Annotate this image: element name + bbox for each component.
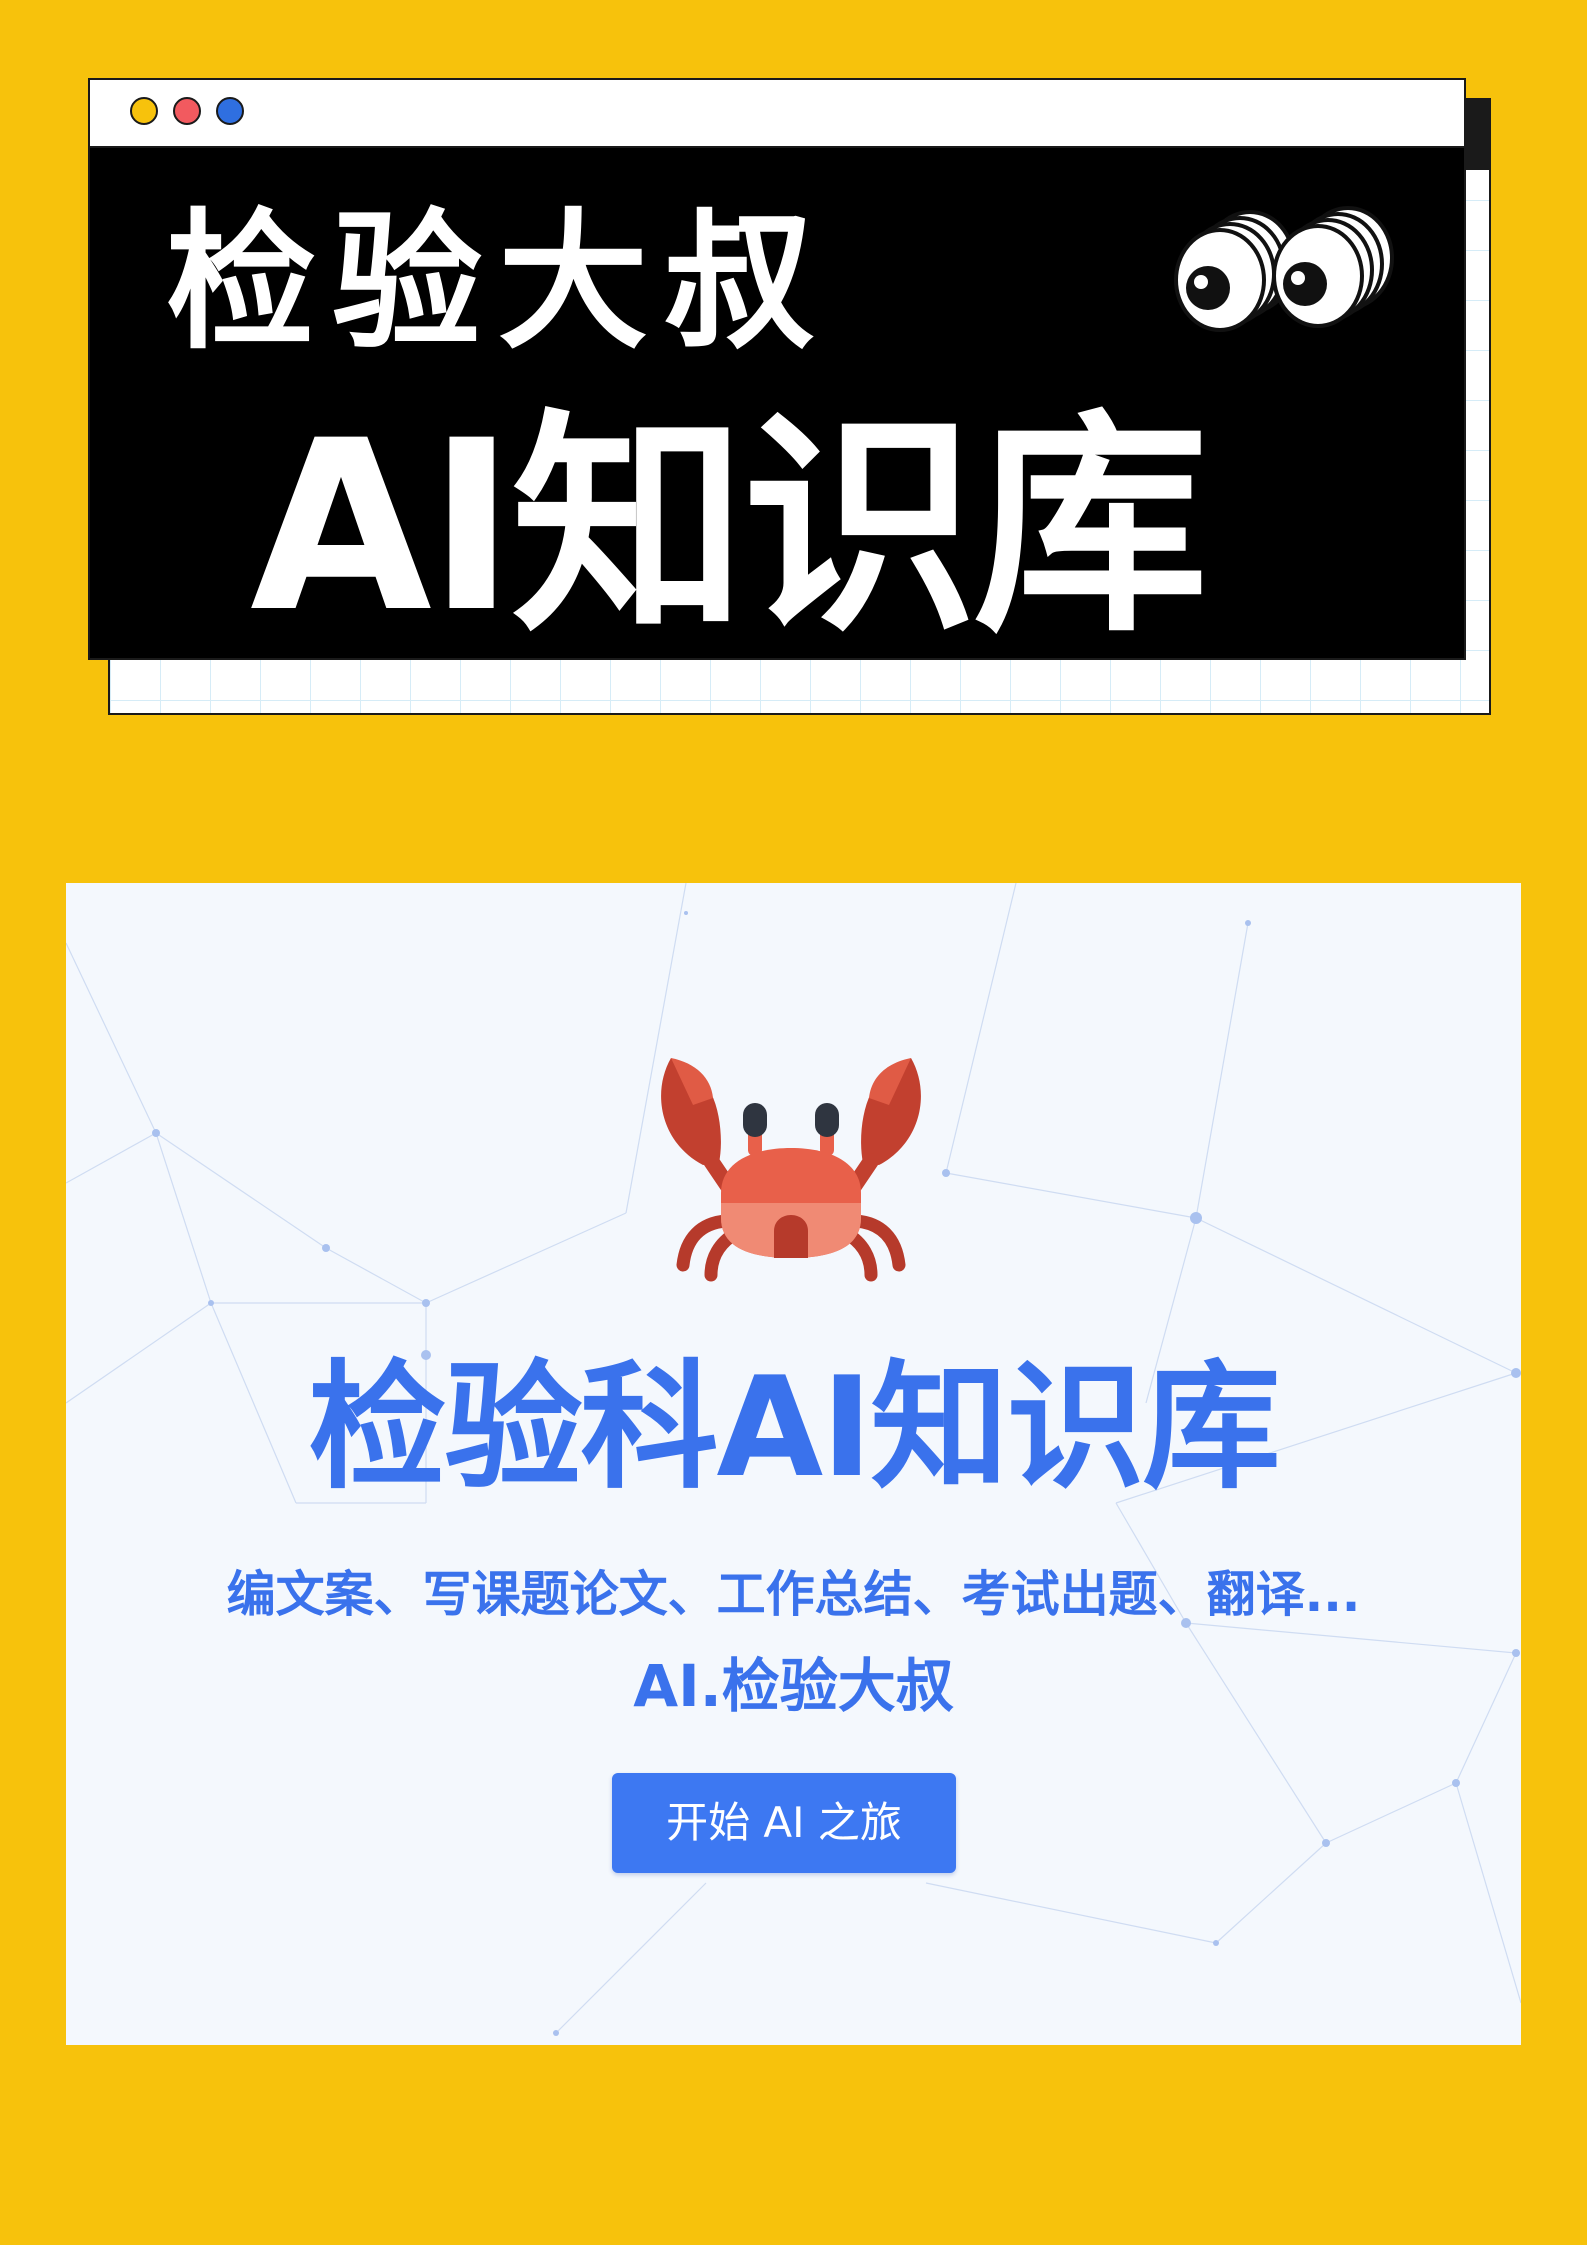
- banner-title-line1: 检验大叔: [166, 196, 831, 370]
- banner-title-line2: AI知识库: [250, 391, 1208, 664]
- window-titlebar: [90, 80, 1464, 148]
- start-ai-journey-button[interactable]: 开始 AI 之旅: [612, 1773, 956, 1873]
- yellow-dot-icon: [130, 97, 158, 125]
- card-title: 检验科AI知识库: [308, 1347, 1280, 1508]
- banner-window: 检验大叔 AI知识库: [88, 78, 1466, 660]
- blue-dot-icon: [216, 97, 244, 125]
- red-dot-icon: [173, 97, 201, 125]
- cartoon-eyes-icon: [1174, 206, 1394, 332]
- crab-icon: [661, 1058, 921, 1282]
- card-author: AI.检验大叔: [633, 1652, 954, 1720]
- card-subtitle: 编文案、写课题论文、工作总结、考试出题、翻译...: [226, 1566, 1361, 1623]
- landing-card: 检验科AI知识库 编文案、写课题论文、工作总结、考试出题、翻译... AI.检验…: [66, 883, 1521, 2045]
